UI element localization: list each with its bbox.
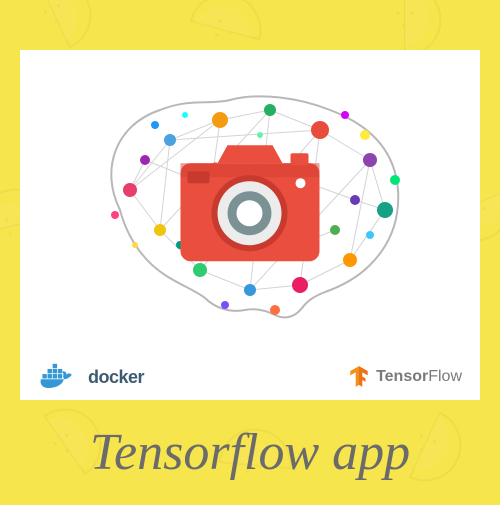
docker-icon [38, 362, 82, 392]
tensorflow-text: TensorFlow [376, 368, 462, 386]
camera-icon [173, 135, 328, 270]
tensorflow-logo: TensorFlow [348, 365, 462, 389]
logos-row: docker TensorFlow [20, 362, 480, 392]
page-title: Tensorflow app [0, 423, 500, 482]
docker-text: docker [88, 367, 144, 388]
docker-logo: docker [38, 362, 144, 392]
main-card: docker TensorFlow [20, 50, 480, 400]
brain-illustration [60, 70, 440, 330]
tensorflow-icon [348, 365, 370, 389]
